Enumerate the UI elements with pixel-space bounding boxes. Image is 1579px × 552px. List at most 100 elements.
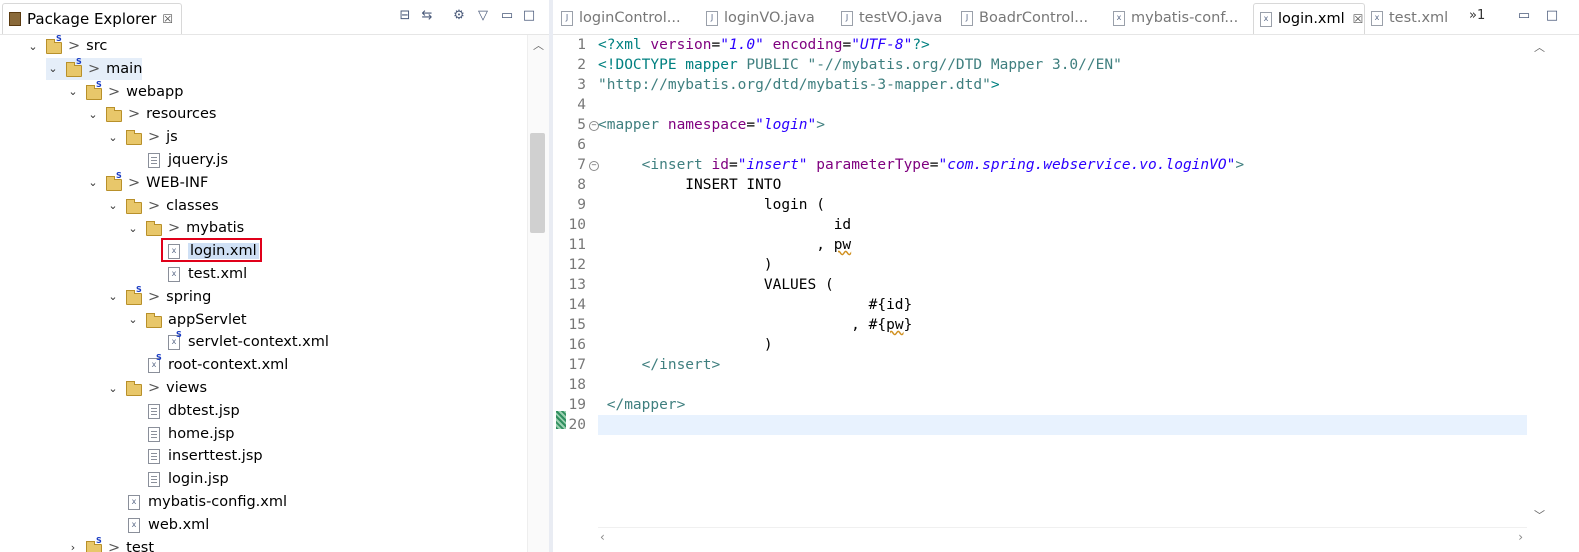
editor-tab-boadrcontrol[interactable]: J BoadrControl...	[955, 3, 1088, 33]
tree-prefix: >	[148, 288, 161, 305]
collapse-chevron-right-icon[interactable]: ›	[66, 541, 80, 552]
tree-item-root-context-xml[interactable]: x Sroot-context.xml	[126, 354, 288, 376]
scroll-down-arrow-icon[interactable]: ﹀	[1529, 507, 1550, 523]
tree-prefix: >	[128, 174, 141, 191]
package-explorer-tab[interactable]: Package Explorer ☒	[2, 3, 183, 34]
editor-tab-test-xml[interactable]: x test.xml	[1365, 3, 1448, 33]
tree-item-label: WEB-INF	[146, 174, 209, 191]
editor-tab-login-xml[interactable]: x login.xml ☒	[1253, 3, 1365, 34]
tree-item-label: resources	[146, 106, 217, 123]
collapse-all-icon[interactable]: ⊟	[396, 6, 414, 24]
tree-item-views[interactable]: ⌄ > views	[106, 377, 207, 399]
code-line-9: login (	[598, 197, 825, 213]
tree-item-web-inf[interactable]: ⌄ S > WEB-INF	[86, 171, 209, 194]
expand-chevron-down-icon[interactable]: ⌄	[26, 40, 40, 53]
xml-file-icon: x	[1113, 10, 1125, 26]
expand-chevron-down-icon[interactable]: ⌄	[126, 222, 140, 235]
line-number: 5	[577, 117, 586, 133]
tree-item-label: mybatis-config.xml	[148, 494, 288, 510]
code-line-1: <?xml version="1.0" encoding="UTF-8"?>	[598, 37, 930, 53]
expand-chevron-down-icon[interactable]: ⌄	[106, 199, 120, 212]
editor-tab-testvo-java[interactable]: JtestVO.java	[835, 3, 942, 33]
tree-prefix: >	[148, 380, 161, 396]
line-number: 2	[577, 57, 586, 73]
link-with-editor-icon[interactable]: ⇆	[418, 6, 436, 24]
line-number: 17	[568, 357, 586, 373]
line-number: 9	[577, 197, 586, 213]
code-line-19: </mapper>	[606, 397, 686, 413]
line-number: 18	[568, 377, 586, 393]
project-tree: ⌄ S > src ⌄ S > main ⌄ S > webapp ⌄ > resources ⌄ > js jqu…	[0, 35, 527, 552]
expand-chevron-down-icon[interactable]: ⌄	[86, 108, 100, 121]
selection-highlight-box	[161, 238, 262, 262]
maximize-icon[interactable]: □	[1543, 6, 1561, 24]
scroll-up-arrow-icon[interactable]: ︿	[528, 37, 549, 53]
scroll-right-arrow-icon[interactable]: ›	[1518, 530, 1523, 544]
filters-icon[interactable]: ⚙	[450, 6, 468, 24]
expand-chevron-down-icon[interactable]: ⌄	[66, 85, 80, 98]
maximize-icon[interactable]: □	[520, 6, 538, 24]
tree-item-mybatis-config-xml[interactable]: x mybatis-config.xml	[106, 491, 287, 513]
expand-chevron-down-icon[interactable]: ⌄	[46, 62, 60, 75]
tree-item-dbtest-jsp[interactable]: dbtest.jsp	[126, 400, 240, 422]
tree-item-test[interactable]: › S > test	[66, 536, 154, 552]
tree-prefix: >	[108, 83, 121, 100]
java-file-icon: J	[561, 10, 573, 26]
expand-chevron-down-icon[interactable]: ⌄	[106, 290, 120, 303]
code-editor[interactable]: 1 2 3 4 5 6 7 8 9 10 11 12 13 14 15 16 1…	[553, 35, 1527, 527]
expand-chevron-down-icon[interactable]: ⌄	[106, 131, 120, 144]
expand-chevron-down-icon[interactable]: ⌄	[86, 176, 100, 189]
scroll-up-arrow-icon[interactable]: ︿	[1529, 39, 1550, 55]
line-number: 11	[568, 237, 586, 253]
editor-tab-label: test.xml	[1389, 10, 1449, 26]
code-line-13: VALUES (	[598, 277, 834, 293]
tree-item-src[interactable]: ⌄ S > src	[26, 35, 107, 57]
tree-item-spring[interactable]: ⌄ S > spring	[106, 285, 211, 308]
code-line-20-current[interactable]	[598, 415, 1527, 435]
line-number: 8	[577, 177, 586, 193]
tree-item-resources[interactable]: ⌄ > resources	[86, 103, 216, 125]
editor-tab-mybatis-conf[interactable]: x mybatis-conf...	[1107, 3, 1238, 33]
js-file-icon	[146, 152, 164, 168]
editor-tab-logincontrol[interactable]: JloginControl...	[555, 3, 681, 33]
minimize-icon[interactable]: ▭	[498, 6, 516, 24]
close-tab-icon[interactable]: ☒	[1353, 12, 1364, 26]
tree-item-label: login.jsp	[168, 471, 229, 488]
tree-item-test-xml[interactable]: x test.xml	[146, 263, 247, 285]
editor-tab-label: login.xml	[1278, 11, 1345, 27]
expand-chevron-down-icon[interactable]: ⌄	[126, 313, 140, 326]
editor-tab-loginvo-java[interactable]: JloginVO.java	[700, 3, 815, 33]
code-line-3: "http://mybatis.org/dtd/mybatis-3-mapper…	[598, 77, 1000, 93]
code-line-7: <insert id="insert" parameterType="com.s…	[641, 157, 1245, 173]
tree-item-web-xml[interactable]: x web.xml	[106, 514, 209, 536]
editor-horizontal-scrollbar[interactable]: ‹ ›	[598, 527, 1527, 549]
tree-vertical-scrollbar[interactable]: ︿	[527, 35, 549, 552]
tree-item-login-jsp[interactable]: login.jsp	[126, 468, 229, 490]
tree-item-label: dbtest.jsp	[168, 402, 240, 419]
folder-icon	[126, 380, 144, 396]
tree-item-inserttest-jsp[interactable]: inserttest.jsp	[126, 445, 263, 467]
tree-item-label: inserttest.jsp	[168, 448, 263, 465]
tree-item-classes[interactable]: ⌄ > classes	[106, 195, 219, 217]
scroll-left-arrow-icon[interactable]: ‹	[600, 530, 605, 544]
tree-item-servlet-context-xml[interactable]: x Sservlet-context.xml	[146, 331, 329, 353]
tree-item-jquery-js[interactable]: jquery.js	[126, 149, 228, 171]
tree-item-main[interactable]: ⌄ S > main	[46, 57, 143, 80]
tree-item-js[interactable]: ⌄ > js	[106, 126, 178, 148]
minimize-icon[interactable]: ▭	[1515, 6, 1533, 24]
tree-item-appservlet[interactable]: ⌄ appServlet	[126, 309, 247, 331]
editor-vertical-scrollbar[interactable]: ︿ ﹀	[1527, 35, 1551, 527]
tree-item-home-jsp[interactable]: home.jsp	[126, 423, 235, 445]
line-number: 15	[568, 317, 586, 333]
view-menu-icon[interactable]: ▽	[474, 6, 492, 24]
expand-chevron-down-icon[interactable]: ⌄	[106, 382, 120, 395]
jsp-file-icon	[146, 471, 164, 488]
close-icon[interactable]: ☒	[162, 12, 173, 26]
line-number: 19	[568, 397, 586, 413]
line-number: 1	[577, 37, 586, 53]
tree-item-mybatis[interactable]: ⌄ > mybatis	[126, 217, 244, 239]
scrollbar-thumb[interactable]	[530, 133, 545, 233]
tree-item-webapp[interactable]: ⌄ S > webapp	[66, 80, 183, 103]
code-line-11: , pw	[598, 237, 852, 253]
tab-overflow-button[interactable]: »1	[1469, 8, 1485, 23]
